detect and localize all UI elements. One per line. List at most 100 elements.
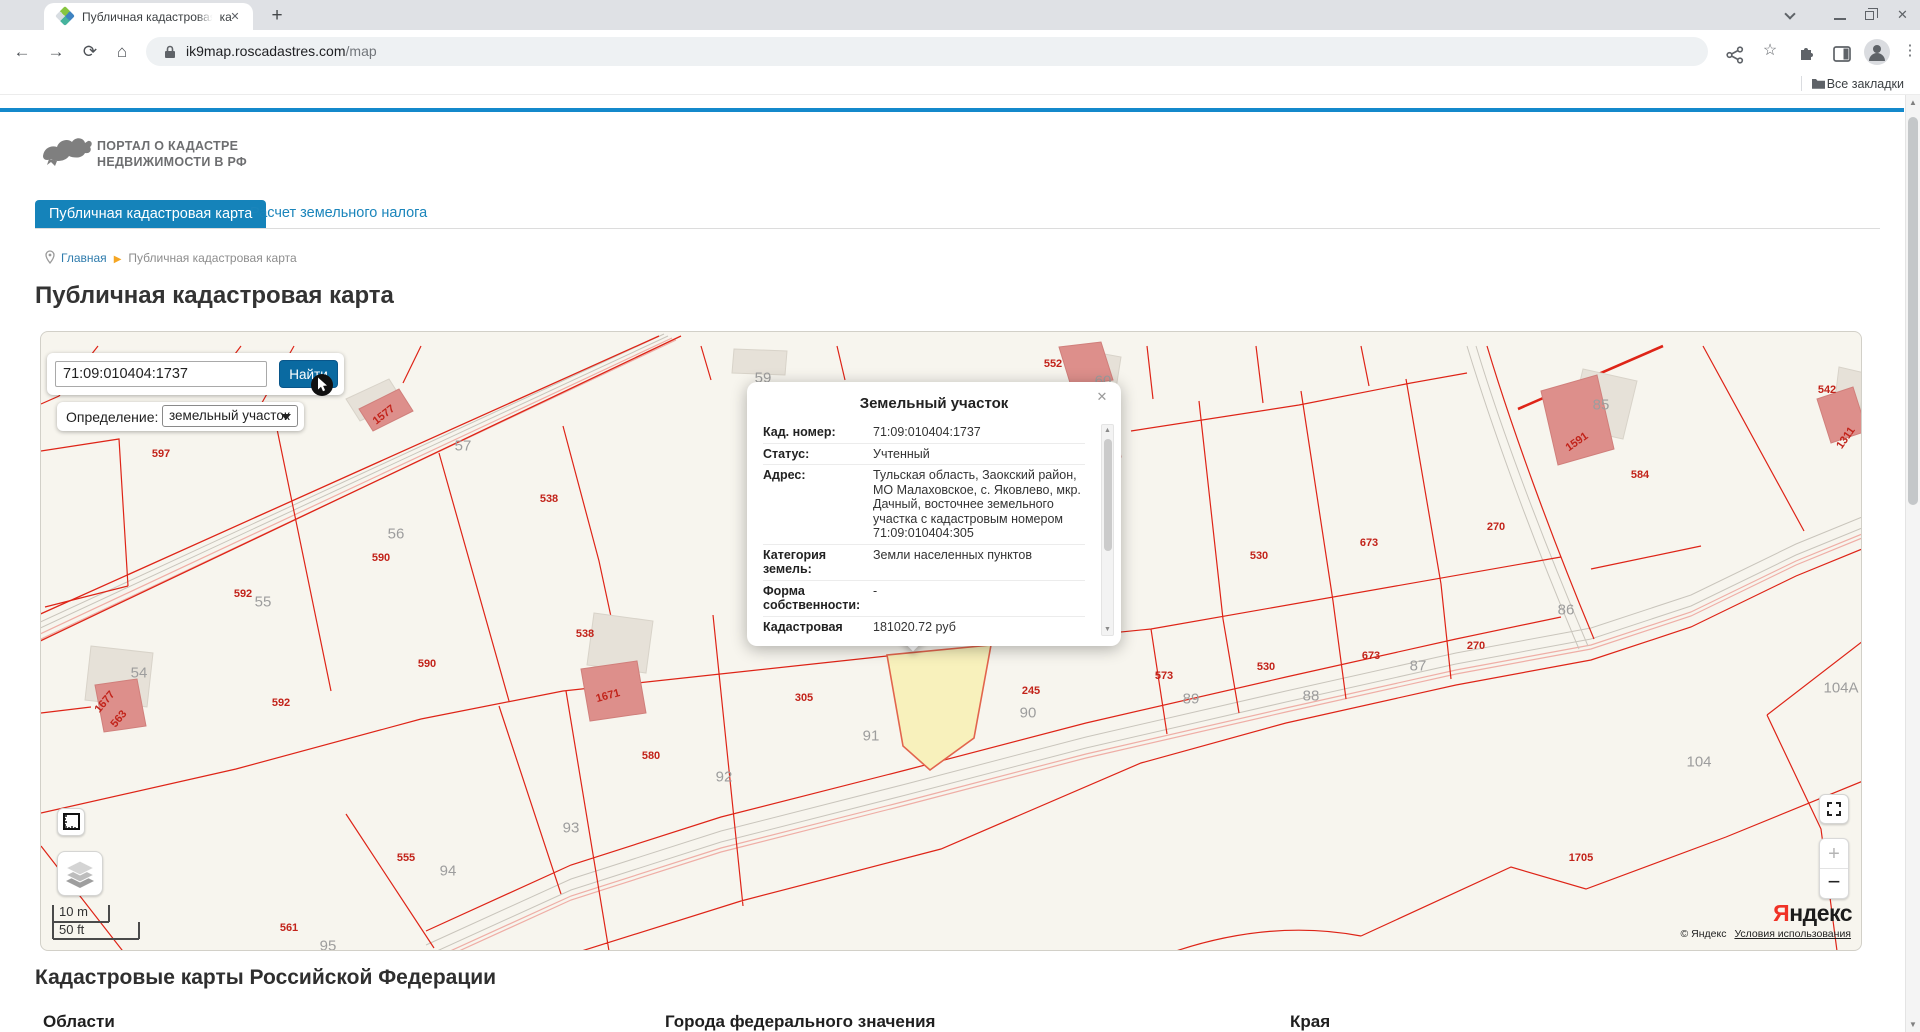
parcel-number-label: 245	[1022, 685, 1040, 697]
breadcrumb-arrow-icon: ▶	[114, 254, 122, 265]
window-minimize-button[interactable]	[1834, 8, 1848, 22]
site-nav-tabs: Публичная кадастровая карта Расчет земел…	[35, 200, 1880, 229]
breadcrumb-home-link[interactable]: Главная	[61, 251, 107, 265]
house-number-label: 87	[1410, 658, 1427, 675]
scale-feet-label: 50 ft	[59, 922, 84, 937]
parcel-number-label: 270	[1467, 640, 1485, 652]
layers-icon	[58, 852, 102, 895]
house-number-label: 85	[1593, 397, 1610, 414]
parcel-number-label: 590	[372, 552, 390, 564]
chevron-down-icon	[281, 414, 291, 420]
zoom-in-button[interactable]: +	[1820, 839, 1848, 869]
parcel-number-label: 673	[1360, 537, 1378, 549]
popup-row-value: -	[865, 584, 1085, 613]
house-number-label: 91	[863, 728, 880, 745]
footer-column-heading: Области	[43, 1012, 115, 1032]
popup-row: Адрес:Тульская область, Заокский район, …	[763, 465, 1085, 545]
browser-menu-kebab-icon[interactable]: ⋮	[1896, 38, 1920, 66]
house-number-label: 54	[131, 665, 148, 682]
window-restore-button[interactable]	[1865, 8, 1879, 22]
popup-scroll-down-icon[interactable]: ▼	[1102, 626, 1113, 633]
parcel-number-label: 673	[1362, 650, 1380, 662]
house-number-label: 104	[1686, 754, 1711, 771]
yandex-logo: Яндекс	[1773, 900, 1852, 927]
popup-row: Статус:Учтенный	[763, 444, 1085, 466]
house-number-label: 104A	[1823, 680, 1858, 697]
page-scrollbar[interactable]: ▲ ▼	[1905, 95, 1920, 1032]
bookmark-star-icon[interactable]: ☆	[1756, 38, 1784, 66]
person-icon	[1864, 39, 1890, 65]
popup-row: Кад. номер:71:09:010404:1737	[763, 422, 1085, 444]
fullscreen-button[interactable]	[1819, 794, 1849, 824]
house-number-label: 56	[388, 526, 405, 543]
filter-select[interactable]: земельный участок	[162, 405, 298, 427]
back-button[interactable]: ←	[8, 38, 36, 66]
window-close-button[interactable]: ✕	[1897, 8, 1911, 22]
bookmarks-folder-icon	[1811, 77, 1826, 90]
scrollbar-down-icon[interactable]: ▼	[1906, 1017, 1920, 1032]
new-tab-button[interactable]: +	[265, 5, 289, 27]
terms-of-use-link[interactable]: Условия использования	[1734, 928, 1851, 940]
extensions-icon[interactable]	[1798, 45, 1816, 63]
tab-close-icon[interactable]: ✕	[227, 9, 243, 25]
popup-close-icon[interactable]: ✕	[1094, 389, 1110, 405]
forward-button[interactable]: →	[42, 38, 70, 66]
scale-meters-label: 10 m	[59, 904, 88, 919]
popup-scroll-up-icon[interactable]: ▲	[1102, 427, 1113, 434]
site-favicon-icon	[55, 6, 75, 26]
selected-parcel[interactable]	[887, 645, 991, 770]
zoom-control: + −	[1819, 838, 1849, 899]
tab-public-cadastral-map[interactable]: Публичная кадастровая карта	[35, 200, 266, 228]
profile-avatar[interactable]	[1864, 39, 1890, 65]
all-bookmarks-button[interactable]: Все закладки	[1827, 77, 1904, 91]
parcel-number-label: 555	[397, 852, 415, 864]
parcel-number-label: 305	[795, 692, 813, 704]
filter-label: Определение:	[66, 409, 158, 425]
parcel-number-label: 561	[280, 922, 298, 934]
reload-button[interactable]: ⟳	[76, 38, 104, 66]
tab-title-fade	[197, 7, 219, 27]
house-number-label: 95	[320, 938, 337, 952]
house-number-label: 89	[1183, 691, 1200, 708]
map-viewport[interactable]: 5971577538590592538590592167158030555556…	[40, 331, 1862, 951]
house-number-label: 94	[440, 863, 457, 880]
tab-land-tax-calc[interactable]: Расчет земельного налога	[250, 205, 427, 221]
fullscreen-icon	[1820, 795, 1848, 823]
popup-scroll-thumb[interactable]	[1104, 439, 1112, 551]
search-input[interactable]	[55, 361, 267, 387]
share-icon[interactable]	[1726, 46, 1744, 64]
yandex-copyright: © Яндекс	[1680, 928, 1726, 940]
ruler-icon	[58, 809, 84, 835]
measure-ruler-button[interactable]	[57, 808, 85, 836]
scrollbar-thumb[interactable]	[1908, 117, 1918, 505]
zoom-out-button[interactable]: −	[1820, 868, 1848, 898]
address-bar[interactable]: ik9map.roscadastres.com/map	[146, 37, 1708, 66]
popup-row-value: Учтенный	[865, 447, 1085, 462]
cadastral-search-widget: Найти	[47, 353, 344, 395]
scrollbar-up-icon[interactable]: ▲	[1906, 95, 1920, 110]
parcel-number-label: 592	[272, 697, 290, 709]
window-menu-chevron-icon[interactable]	[1783, 8, 1797, 22]
browser-tab[interactable]: Публичная кадастровая ка ✕	[44, 3, 253, 30]
footer-column-heading: Города федерального значения	[665, 1012, 935, 1032]
parcel-number-label: 530	[1257, 661, 1275, 673]
house-number-label: 92	[716, 769, 733, 786]
parcel-number-label: 542	[1818, 384, 1836, 396]
side-panel-icon[interactable]	[1833, 45, 1851, 63]
parcel-number-label: 530	[1250, 550, 1268, 562]
location-pin-icon	[45, 250, 55, 264]
parcel-number-label: 1705	[1569, 852, 1593, 864]
parcel-number-label: 538	[540, 493, 558, 505]
popup-row: Форма собственности:-	[763, 581, 1085, 617]
popup-title: Земельный участок	[747, 395, 1121, 412]
home-button[interactable]: ⌂	[108, 38, 136, 66]
parcel-number-label: 597	[152, 448, 170, 460]
popup-scrollbar[interactable]: ▲ ▼	[1101, 424, 1114, 636]
breadcrumb: Главная▶Публичная кадастровая карта	[45, 250, 297, 266]
popup-row-label: Форма собственности:	[763, 584, 865, 613]
parcel-number-label: 270	[1487, 521, 1505, 533]
house-number-label: 90	[1020, 705, 1037, 722]
house-number-label: 93	[563, 820, 580, 837]
map-attribution: © Яндекс Условия использования	[1680, 928, 1851, 940]
layers-button[interactable]	[57, 851, 103, 896]
